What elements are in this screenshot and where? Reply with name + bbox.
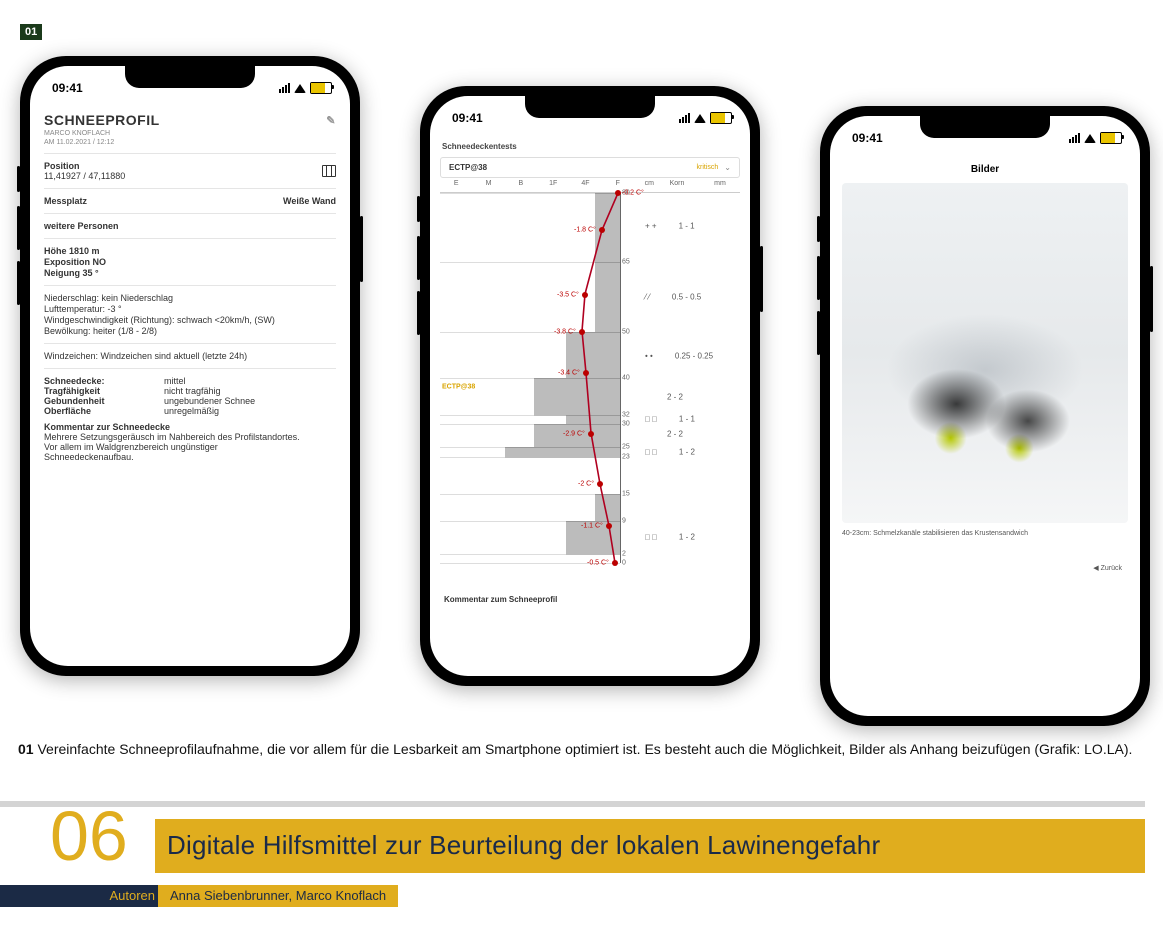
- schneedecke-label: Schneedecke:: [44, 376, 164, 386]
- kommentar-line2: Vor allem im Waldgrenzbereich ungünstige…: [44, 442, 336, 452]
- authors-label: Autoren: [0, 885, 165, 907]
- position-value: 11,41927 / 47,11880: [44, 171, 125, 181]
- status-time: 09:41: [852, 131, 883, 145]
- signal-icon: [1069, 133, 1080, 143]
- profile-author: MARCO KNOFLACH: [44, 130, 336, 137]
- oberflaeche-value: unregelmäßig: [164, 406, 219, 416]
- hardness-axis: EMB1F4FF cm Korn mm: [440, 180, 740, 187]
- phone-frame-2: 09:41 Schneedeckentests ECTP@38 kritisch…: [420, 86, 760, 686]
- figure-caption-text: Vereinfachte Schneeprofilaufnahme, die v…: [34, 741, 1133, 757]
- chevron-down-icon: ⌄: [724, 163, 731, 172]
- authors-names: Anna Siebenbrunner, Marco Knoflach: [158, 885, 398, 907]
- status-time: 09:41: [452, 111, 483, 125]
- wifi-icon: [694, 114, 706, 123]
- edit-icon[interactable]: ✎: [326, 114, 336, 127]
- depth-label: 32: [622, 412, 630, 419]
- phone-frame-1: 09:41 SCHNEEPROFIL ✎ MARCO KNOFLACH AM 1…: [20, 56, 360, 676]
- depth-label: 65: [622, 259, 630, 266]
- weitere-personen-label: weitere Personen: [44, 221, 336, 231]
- snow-photo[interactable]: [842, 183, 1128, 523]
- depth-label: 23: [622, 453, 630, 460]
- tragfaehigkeit-value: nicht tragfähig: [164, 386, 221, 396]
- messplatz-label: Messplatz: [44, 196, 87, 206]
- oberflaeche-label: Oberfläche: [44, 406, 164, 416]
- signal-icon: [679, 113, 690, 123]
- lufttemperatur: Lufttemperatur: -3 °: [44, 304, 336, 314]
- notch: [125, 66, 255, 88]
- wifi-icon: [294, 84, 306, 93]
- test-name: ECTP@38: [449, 163, 697, 172]
- images-title: Bilder: [842, 164, 1128, 175]
- chapter-number: 06: [50, 801, 128, 871]
- signal-icon: [279, 83, 290, 93]
- position-label: Position: [44, 161, 125, 171]
- depth-label: 15: [622, 490, 630, 497]
- wifi-icon: [1084, 134, 1096, 143]
- windzeichen: Windzeichen: Windzeichen sind aktuell (l…: [44, 351, 336, 361]
- kommentar-line1: Mehrere Setzungsgeräusch im Nahbereich d…: [44, 432, 336, 442]
- depth-label: 9: [622, 518, 626, 525]
- profile-comment-label: Kommentar zum Schneeprofil: [440, 589, 740, 610]
- schneedecke-value: mittel: [164, 376, 186, 386]
- depth-label: 2: [622, 550, 626, 557]
- map-icon[interactable]: [322, 165, 336, 177]
- depth-label: 0: [622, 560, 626, 567]
- exposition: Exposition NO: [44, 257, 336, 267]
- tests-header: Schneedeckentests: [442, 142, 740, 151]
- test-select-row[interactable]: ECTP@38 kritisch ⌄: [440, 157, 740, 178]
- notch: [525, 96, 655, 118]
- messplatz-value: Weiße Wand: [283, 196, 336, 206]
- figure-caption-tag: 01: [18, 741, 34, 757]
- test-rating: kritisch: [697, 164, 719, 171]
- kommentar-header: Kommentar zur Schneedecke: [44, 422, 336, 432]
- headline-bar: Digitale Hilfsmittel zur Beurteilung der…: [155, 819, 1145, 873]
- photo-caption: 40-23cm: Schmelzkanäle stabilisieren das…: [842, 529, 1128, 538]
- back-button[interactable]: ◀ Zurück: [842, 564, 1128, 572]
- profile-datetime: AM 11.02.2021 / 12:12: [44, 139, 336, 146]
- headline-text: Digitale Hilfsmittel zur Beurteilung der…: [167, 830, 880, 861]
- notch: [920, 116, 1050, 138]
- snow-profile-chart: ECTP@38 80 65 50 40 32 30 25 23 15 9 2 0: [440, 192, 740, 563]
- battery-icon: [1100, 132, 1122, 144]
- gebundenheit-label: Gebundenheit: [44, 396, 164, 406]
- phone-row: 09:41 SCHNEEPROFIL ✎ MARCO KNOFLACH AM 1…: [0, 0, 1163, 736]
- article-title-block: 06 Digitale Hilfsmittel zur Beurteilung …: [0, 809, 1163, 911]
- status-time: 09:41: [52, 81, 83, 95]
- battery-icon: [710, 112, 732, 124]
- gebundenheit-value: ungebundener Schnee: [164, 396, 255, 406]
- depth-label: 40: [622, 375, 630, 382]
- kommentar-line3: Schneedeckenaufbau.: [44, 452, 336, 462]
- hoehe: Höhe 1810 m: [44, 246, 336, 256]
- phone-frame-3: 09:41 Bilder 40-23cm: Schmelzkanäle stab…: [820, 106, 1150, 726]
- ectp-marker: ECTP@38: [442, 384, 475, 391]
- neigung: Neigung 35 °: [44, 268, 336, 278]
- tragfaehigkeit-label: Tragfähigkeit: [44, 386, 164, 396]
- bewoelkung: Bewölkung: heiter (1/8 - 2/8): [44, 326, 336, 336]
- wind: Windgeschwindigkeit (Richtung): schwach …: [44, 315, 336, 325]
- figure-number-tag: 01: [20, 24, 42, 40]
- depth-label: 25: [622, 444, 630, 451]
- profile-title: SCHNEEPROFIL: [44, 112, 160, 128]
- battery-icon: [310, 82, 332, 94]
- decorative-bar: [0, 801, 1145, 807]
- niederschlag: Niederschlag: kein Niederschlag: [44, 293, 336, 303]
- figure-caption: 01 Vereinfachte Schneeprofilaufnahme, di…: [0, 736, 1163, 779]
- depth-label: 50: [622, 328, 630, 335]
- depth-label: 30: [622, 421, 630, 428]
